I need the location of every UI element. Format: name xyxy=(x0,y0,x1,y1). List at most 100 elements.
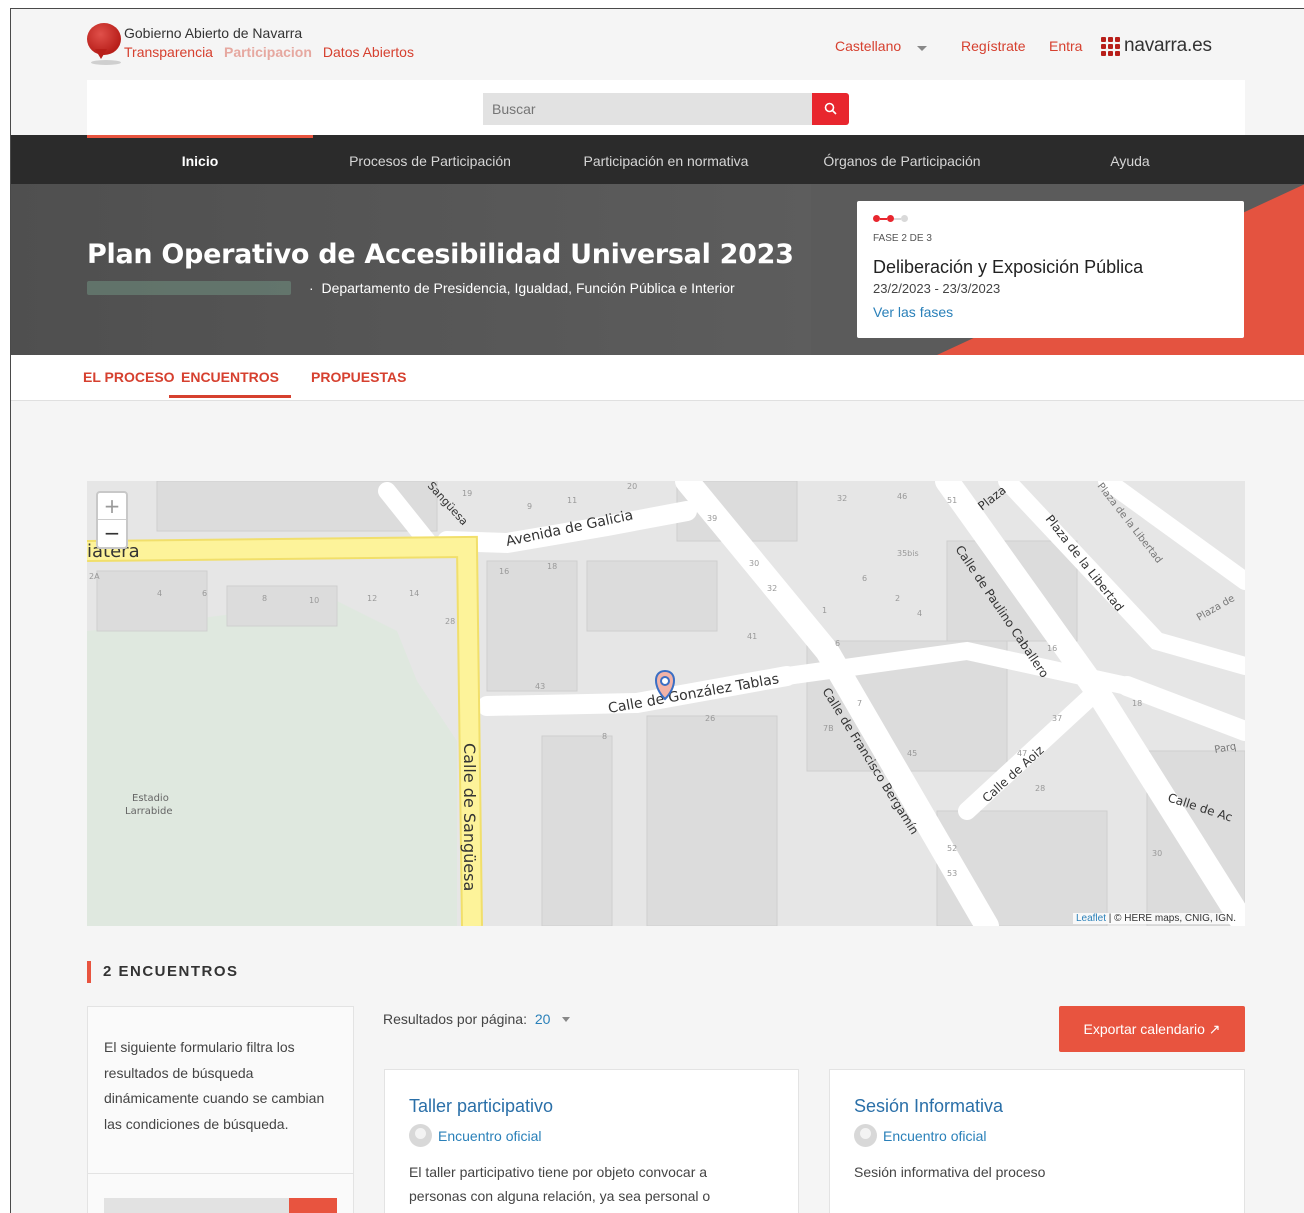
attribution-text: | © HERE maps, CNIG, IGN. xyxy=(1106,913,1236,924)
link-transparencia[interactable]: Transparencia xyxy=(124,44,213,60)
site-title[interactable]: Gobierno Abierto de Navarra xyxy=(124,25,302,41)
search-icon xyxy=(824,102,837,115)
map-house-number: 30 xyxy=(749,559,759,568)
map-house-number: 41 xyxy=(747,632,757,641)
map-zoom-controls: + − xyxy=(96,491,128,549)
logo-tail xyxy=(95,49,107,59)
map-house-number: 19 xyxy=(462,489,472,498)
map-house-number: 32 xyxy=(767,584,777,593)
nav-item-inicio[interactable]: Inicio xyxy=(87,135,313,184)
svg-text:Calle de Sangüesa: Calle de Sangüesa xyxy=(460,743,479,891)
leaflet-link[interactable]: Leaflet xyxy=(1076,913,1106,924)
meeting-description: Sesión informativa del proceso xyxy=(854,1164,1046,1180)
search-row xyxy=(87,80,1245,135)
zoom-in-button[interactable]: + xyxy=(98,493,126,520)
per-page-label: Resultados por página: xyxy=(383,1011,527,1027)
link-participacion[interactable]: Participacion xyxy=(224,44,312,60)
map-house-number: 51 xyxy=(947,496,957,505)
map-house-number: 6 xyxy=(835,639,840,648)
phase-name: Deliberación y Exposición Pública xyxy=(873,257,1144,277)
map-house-number: 16 xyxy=(499,567,509,576)
chevron-down-icon[interactable] xyxy=(917,46,927,51)
avatar-icon xyxy=(854,1124,877,1147)
avatar-icon xyxy=(409,1124,432,1147)
phase-progress-icon xyxy=(873,215,908,222)
map-house-number: 6 xyxy=(202,589,207,598)
language-selector[interactable]: Castellano xyxy=(835,38,901,54)
view-phases-link[interactable]: Ver las fases xyxy=(873,304,953,320)
meeting-title[interactable]: Taller participativo xyxy=(409,1096,553,1117)
map-house-number: 8 xyxy=(602,732,607,741)
map-house-number: 35bis xyxy=(897,549,919,558)
map-house-number: 20 xyxy=(627,482,637,491)
svg-text:Estadio: Estadio xyxy=(132,793,169,804)
results-per-page[interactable]: Resultados por página: 20 xyxy=(383,1011,571,1027)
brand-label: navarra.es xyxy=(1124,35,1212,56)
search-input[interactable] xyxy=(483,93,812,125)
map-house-number: 2 xyxy=(895,594,900,603)
meeting-owner[interactable]: Encuentro oficial xyxy=(854,1124,987,1147)
department-label: Departamento de Presidencia, Igualdad, F… xyxy=(321,280,735,296)
filter-search-button[interactable] xyxy=(289,1198,337,1213)
map-house-number: 2A xyxy=(89,572,100,581)
map-house-number: 32 xyxy=(837,494,847,503)
meeting-title[interactable]: Sesión Informativa xyxy=(854,1096,1003,1117)
tab-el-proceso[interactable]: EL PROCESO xyxy=(83,369,175,385)
tab-encuentros[interactable]: ENCUENTROS xyxy=(169,369,292,398)
navarra-logo-icon xyxy=(1101,36,1120,56)
map-house-number: 4 xyxy=(917,609,922,618)
browser-viewport: Gobierno Abierto de Navarra Transparenci… xyxy=(10,8,1304,1213)
map-house-number: 1 xyxy=(822,606,827,615)
owner-label[interactable]: Encuentro oficial xyxy=(883,1128,987,1144)
hashtag-link[interactable] xyxy=(87,281,291,295)
site-links: Transparencia Participacion Datos Abiert… xyxy=(124,44,414,60)
meeting-card[interactable]: Taller participativo Encuentro oficial E… xyxy=(384,1069,799,1213)
map-house-number: 37 xyxy=(1052,714,1062,723)
map-house-number: 12 xyxy=(367,594,377,603)
tab-propuestas[interactable]: PROPUESTAS xyxy=(311,369,406,385)
search-button[interactable] xyxy=(812,93,849,125)
map-house-number: 30 xyxy=(1152,849,1162,858)
map-attribution: Leaflet | © HERE maps, CNIG, IGN. xyxy=(1072,913,1239,924)
map-house-number: 18 xyxy=(547,562,557,571)
nav-item-organos[interactable]: Órganos de Participación xyxy=(789,135,1015,184)
meetings-map[interactable]: iatera Avenida de Galicia Calle de Gonzá… xyxy=(87,481,1245,926)
process-hero: Plan Operativo de Accesibilidad Universa… xyxy=(11,184,1304,355)
map-house-number: 7 xyxy=(857,699,862,708)
meeting-owner[interactable]: Encuentro oficial xyxy=(409,1124,542,1147)
map-house-number: 11 xyxy=(567,496,577,505)
process-tabs: EL PROCESO ENCUENTROS PROPUESTAS xyxy=(11,355,1304,401)
map-house-number: 28 xyxy=(445,617,455,626)
map-tiles: iatera Avenida de Galicia Calle de Gonzá… xyxy=(87,481,1245,926)
map-house-number: 43 xyxy=(535,682,545,691)
per-page-value[interactable]: 20 xyxy=(535,1011,551,1027)
link-datos-abiertos[interactable]: Datos Abiertos xyxy=(323,44,414,60)
map-house-number: 47 xyxy=(1017,749,1027,758)
chevron-down-icon[interactable] xyxy=(562,1017,571,1022)
phase-card: FASE 2 DE 3 Deliberación y Exposición Pú… xyxy=(857,201,1244,338)
map-house-number: 6 xyxy=(862,574,867,583)
process-subtitle: · Departamento de Presidencia, Igualdad,… xyxy=(87,280,735,296)
process-title: Plan Operativo de Accesibilidad Universa… xyxy=(87,239,794,270)
register-link[interactable]: Regístrate xyxy=(961,38,1026,54)
filter-description: El siguiente formulario filtra los resul… xyxy=(104,1039,325,1132)
owner-label[interactable]: Encuentro oficial xyxy=(438,1128,542,1144)
phase-dates: 23/2/2023 - 23/3/2023 xyxy=(873,281,1001,296)
top-right-menu: Castellano Regístrate Entra navarra.es xyxy=(835,35,1304,57)
nav-item-normativa[interactable]: Participación en normativa xyxy=(553,135,779,184)
map-house-number: 7B xyxy=(823,724,834,733)
map-house-number: 8 xyxy=(262,594,267,603)
nav-item-procesos[interactable]: Procesos de Participación xyxy=(317,135,543,184)
login-link[interactable]: Entra xyxy=(1049,38,1082,54)
svg-text:Larrabide: Larrabide xyxy=(125,806,173,817)
export-calendar-button[interactable]: Exportar calendario ↗ xyxy=(1059,1006,1245,1052)
nav-item-ayuda[interactable]: Ayuda xyxy=(1017,135,1243,184)
map-house-number: 10 xyxy=(309,596,319,605)
map-house-number: 53 xyxy=(947,869,957,878)
navarra-brand-link[interactable]: navarra.es xyxy=(1101,35,1212,57)
process-department: · Departamento de Presidencia, Igualdad,… xyxy=(309,280,735,296)
zoom-out-button[interactable]: − xyxy=(98,520,126,547)
map-house-number: 46 xyxy=(897,492,907,501)
meeting-card[interactable]: Sesión Informativa Encuentro oficial Ses… xyxy=(829,1069,1245,1213)
filter-search-input[interactable] xyxy=(104,1198,290,1213)
